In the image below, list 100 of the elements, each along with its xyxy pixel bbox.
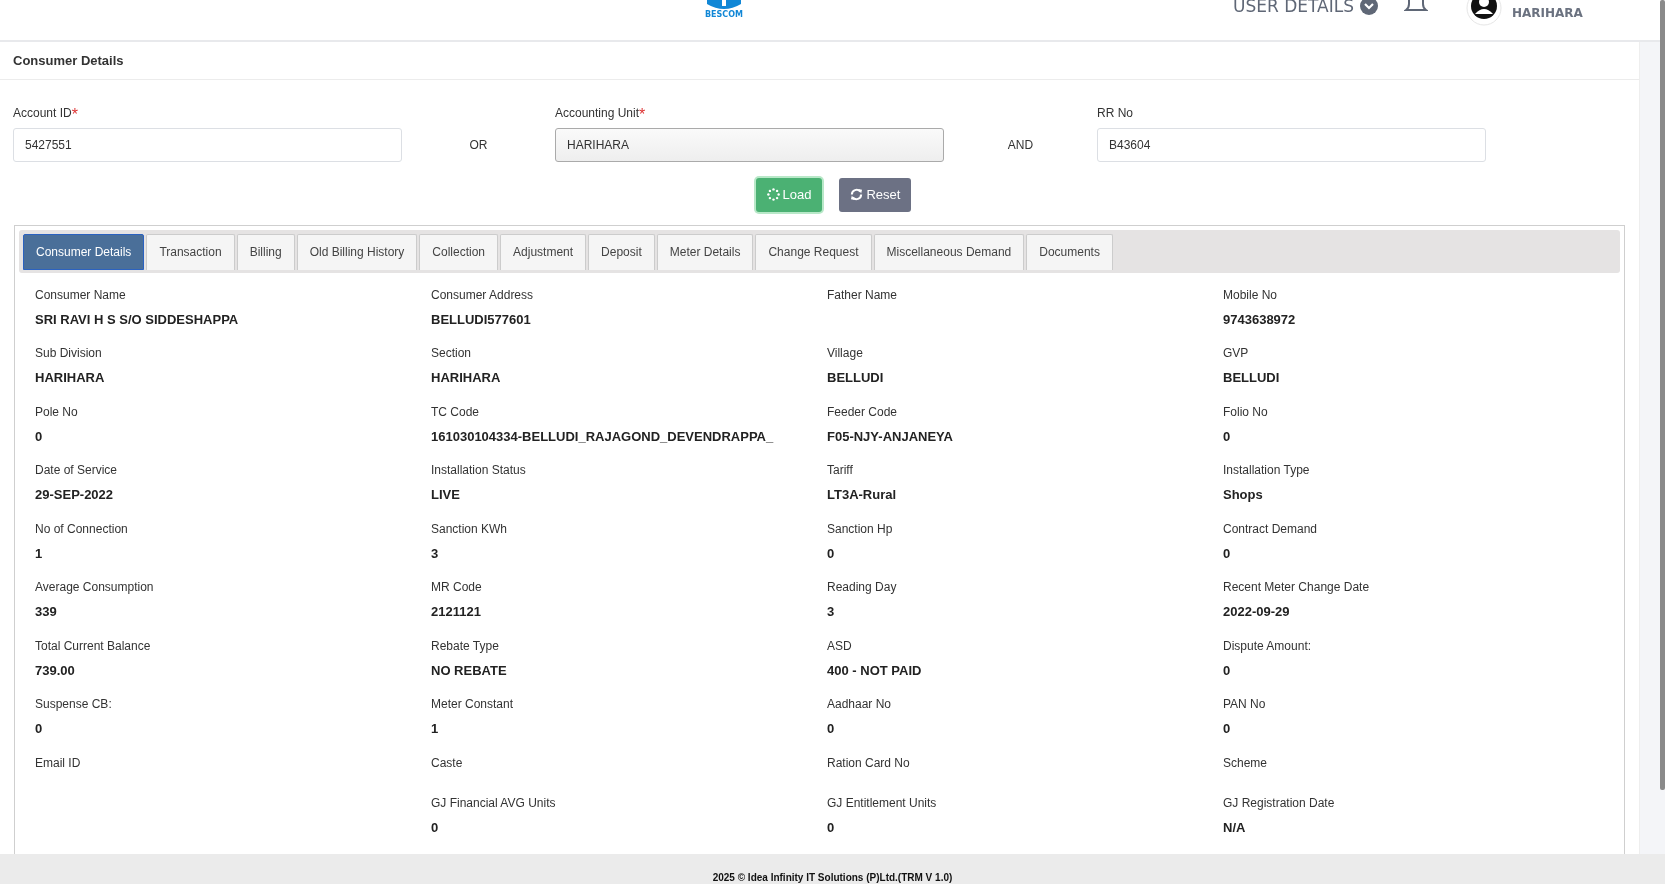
detail-value: 0	[1223, 428, 1232, 444]
detail-value: 400 - NOT PAID	[827, 662, 923, 678]
detail-label: Sub Division	[35, 346, 103, 360]
detail-label: Date of Service	[35, 463, 119, 477]
detail-label: Consumer Address	[431, 287, 535, 302]
tab[interactable]: Adjustment	[500, 233, 587, 270]
detail-label: Email ID	[35, 755, 82, 770]
detail-value: 29-SEP-2022	[35, 487, 115, 502]
detail-label: Ration Card No	[827, 755, 911, 770]
input-field[interactable]: 5427551	[13, 127, 402, 162]
detail-label: Village	[827, 346, 864, 360]
avatar-icon[interactable]	[1465, 0, 1502, 26]
detail-value: 0	[827, 545, 836, 561]
detail-label: Average Consumption	[35, 580, 155, 594]
detail-label: Tariff	[827, 463, 854, 477]
detail-label: Consumer Name	[35, 287, 127, 302]
detail-label: Mobile No	[1223, 287, 1279, 302]
input-field[interactable]: B43604	[1097, 127, 1486, 162]
notification-bell-icon[interactable]	[1403, 0, 1428, 14]
detail-label: Suspense CB:	[35, 697, 113, 711]
detail-label: Installation Status	[431, 463, 527, 477]
tab[interactable]: Deposit	[588, 233, 655, 270]
detail-label: ASD	[827, 638, 853, 653]
refresh-icon	[850, 188, 864, 201]
detail-label: Recent Meter Change Date	[1223, 580, 1371, 594]
tab[interactable]: Documents	[1026, 233, 1113, 270]
spinner-icon	[766, 188, 780, 201]
detail-label: Rebate Type	[431, 638, 500, 653]
field-label: Accounting Unit	[555, 105, 640, 120]
detail-value: 0	[1223, 721, 1232, 736]
required-mark: *	[639, 105, 646, 124]
detail-label: Total Current Balance	[35, 638, 152, 653]
tab[interactable]: Miscellaneous Demand	[873, 233, 1025, 270]
detail-label: TC Code	[431, 404, 481, 419]
detail-value: BELLUDI	[1223, 370, 1281, 385]
field-label: Account ID	[13, 105, 72, 120]
detail-value: LT3A-Rural	[827, 487, 898, 502]
detail-label: PAN No	[1223, 697, 1267, 711]
detail-value: 3	[827, 604, 836, 619]
detail-label: Father Name	[827, 287, 899, 302]
detail-value: LIVE	[431, 487, 461, 502]
user-details-menu[interactable]: USER DETAILS	[1232, 0, 1378, 18]
tab[interactable]: Transaction	[146, 233, 235, 270]
tab[interactable]: Meter Details	[656, 233, 754, 270]
detail-value: 1	[431, 721, 440, 736]
detail-value: 9743638972	[1223, 311, 1297, 327]
connector-text: AND	[1006, 136, 1035, 154]
detail-value: HARIHARA	[35, 370, 106, 385]
card-title: Consumer Details	[13, 52, 124, 68]
detail-value: HARIHARA	[431, 370, 502, 385]
detail-value: N/A	[1223, 819, 1247, 835]
detail-value: 2121121	[431, 604, 482, 619]
detail-label: Reading Day	[827, 580, 898, 594]
detail-value: 0	[1223, 662, 1232, 678]
detail-value: 0	[827, 819, 836, 835]
copyright-text: 2025 © Idea Infinity IT Solutions (P)Ltd.(TRM V 1.0)	[712, 872, 953, 883]
tab[interactable]: Billing	[236, 233, 295, 270]
detail-label: Dispute Amount:	[1223, 638, 1313, 653]
detail-label: Feeder Code	[827, 404, 899, 419]
detail-value: 739.00	[35, 662, 76, 678]
detail-value: BELLUDI	[827, 370, 885, 385]
detail-label: GJ Financial AVG Units	[431, 795, 557, 810]
detail-value: F05-NJY-ANJANEYA	[827, 428, 954, 444]
detail-value: NO REBATE	[431, 662, 508, 678]
field-label: RR No	[1097, 105, 1133, 120]
detail-label: Scheme	[1223, 755, 1269, 770]
detail-value: 2022-09-29	[1223, 604, 1291, 619]
detail-value: 339	[35, 604, 58, 619]
detail-label: No of Connection	[35, 521, 129, 536]
user-name: HARIHARA	[1511, 6, 1583, 20]
connector-text: OR	[468, 136, 489, 154]
detail-value: BELLUDI577601	[431, 311, 532, 327]
detail-value: 0	[35, 721, 44, 736]
detail-value: 0	[35, 428, 44, 444]
detail-value: 0	[1223, 545, 1232, 561]
detail-label: Installation Type	[1223, 463, 1311, 477]
tab[interactable]: Consumer Details	[23, 233, 145, 270]
tab[interactable]: Change Request	[755, 233, 872, 270]
detail-label: GJ Registration Date	[1223, 795, 1336, 810]
detail-label: Caste	[431, 755, 464, 770]
detail-label: Sanction Hp	[827, 521, 894, 536]
detail-label: Meter Constant	[431, 697, 515, 711]
detail-label: Folio No	[1223, 404, 1269, 419]
required-mark: *	[71, 105, 78, 124]
detail-label: Aadhaar No	[827, 697, 893, 711]
detail-label: Contract Demand	[1223, 521, 1319, 536]
detail-label: GVP	[1223, 346, 1250, 360]
detail-label: GJ Entitlement Units	[827, 795, 938, 810]
input-field[interactable]: HARIHARA	[555, 127, 944, 162]
detail-value: 1	[35, 545, 44, 561]
detail-label: MR Code	[431, 580, 483, 594]
detail-label: Section	[431, 346, 473, 360]
detail-value: Shops	[1223, 487, 1264, 502]
detail-value: 0	[827, 721, 836, 736]
detail-value: 161030104334-BELLUDI_RAJAGOND_DEVENDRAPPA_	[431, 428, 775, 444]
detail-value: 0	[431, 819, 440, 835]
tab[interactable]: Collection	[419, 233, 499, 270]
tab[interactable]: Old Billing History	[296, 233, 418, 270]
reset-button[interactable]: Reset	[839, 177, 912, 212]
detail-label: Pole No	[35, 404, 79, 419]
